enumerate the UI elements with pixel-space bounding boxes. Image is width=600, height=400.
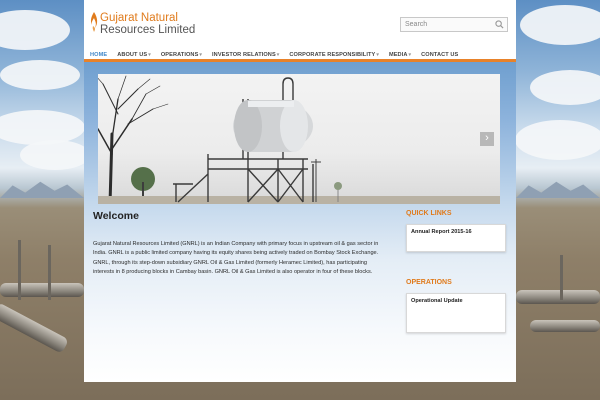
dropdown-caret-icon: ▾ (408, 51, 412, 58)
quick-link-annual-report[interactable]: Annual Report 2015-16 (411, 229, 472, 235)
site-logo[interactable]: Gujarat Natural Resources Limited (90, 12, 195, 36)
nav-item-operations[interactable]: OPERATIONS▾ (161, 52, 202, 58)
logo-title-line1: Gujarat Natural (100, 12, 178, 24)
nav-item-media[interactable]: MEDIA▾ (389, 52, 411, 58)
nav-item-contact-us[interactable]: CONTACT US (421, 52, 458, 58)
flame-logo-icon (90, 12, 98, 32)
site-header: Gujarat Natural Resources Limited Search (84, 0, 516, 50)
nav-item-corporate-responsibility[interactable]: CORPORATE RESPONSIBILITY▾ (289, 52, 379, 58)
quick-links-heading: QUICK LINKS (406, 210, 452, 217)
search-icon[interactable] (495, 20, 504, 29)
nav-item-home[interactable]: HOME (90, 52, 107, 58)
welcome-paragraph: Gujarat Natural Resources Limited (GNRL)… (93, 241, 379, 276)
search-placeholder: Search (405, 21, 428, 28)
dropdown-caret-icon: ▾ (376, 51, 379, 58)
nav-item-investor-relations[interactable]: INVESTOR RELATIONS▾ (212, 52, 279, 58)
dropdown-caret-icon: ▾ (199, 51, 203, 58)
chevron-right-icon: › (485, 132, 489, 144)
operations-box[interactable]: Operational Update (406, 293, 506, 333)
main-navigation: HOME ABOUT US▾ OPERATIONS▾ INVESTOR RELA… (84, 50, 516, 62)
slider-image-oil-tank (98, 75, 500, 204)
operations-heading: OPERATIONS (406, 279, 452, 286)
search-input[interactable]: Search (400, 17, 508, 32)
quick-links-box[interactable]: Annual Report 2015-16 (406, 224, 506, 252)
logo-title-line2: Resources Limited (100, 24, 196, 36)
dropdown-caret-icon: ▾ (148, 51, 151, 58)
page-title: Welcome (93, 210, 139, 222)
dropdown-caret-icon: ▾ (276, 51, 280, 58)
nav-item-about-us[interactable]: ABOUT US▾ (117, 52, 151, 58)
slider-next-button[interactable]: › (480, 132, 494, 146)
page-container: Gujarat Natural Resources Limited Search… (84, 0, 516, 382)
operations-update-link[interactable]: Operational Update (411, 298, 463, 304)
image-slider: › (98, 74, 500, 204)
